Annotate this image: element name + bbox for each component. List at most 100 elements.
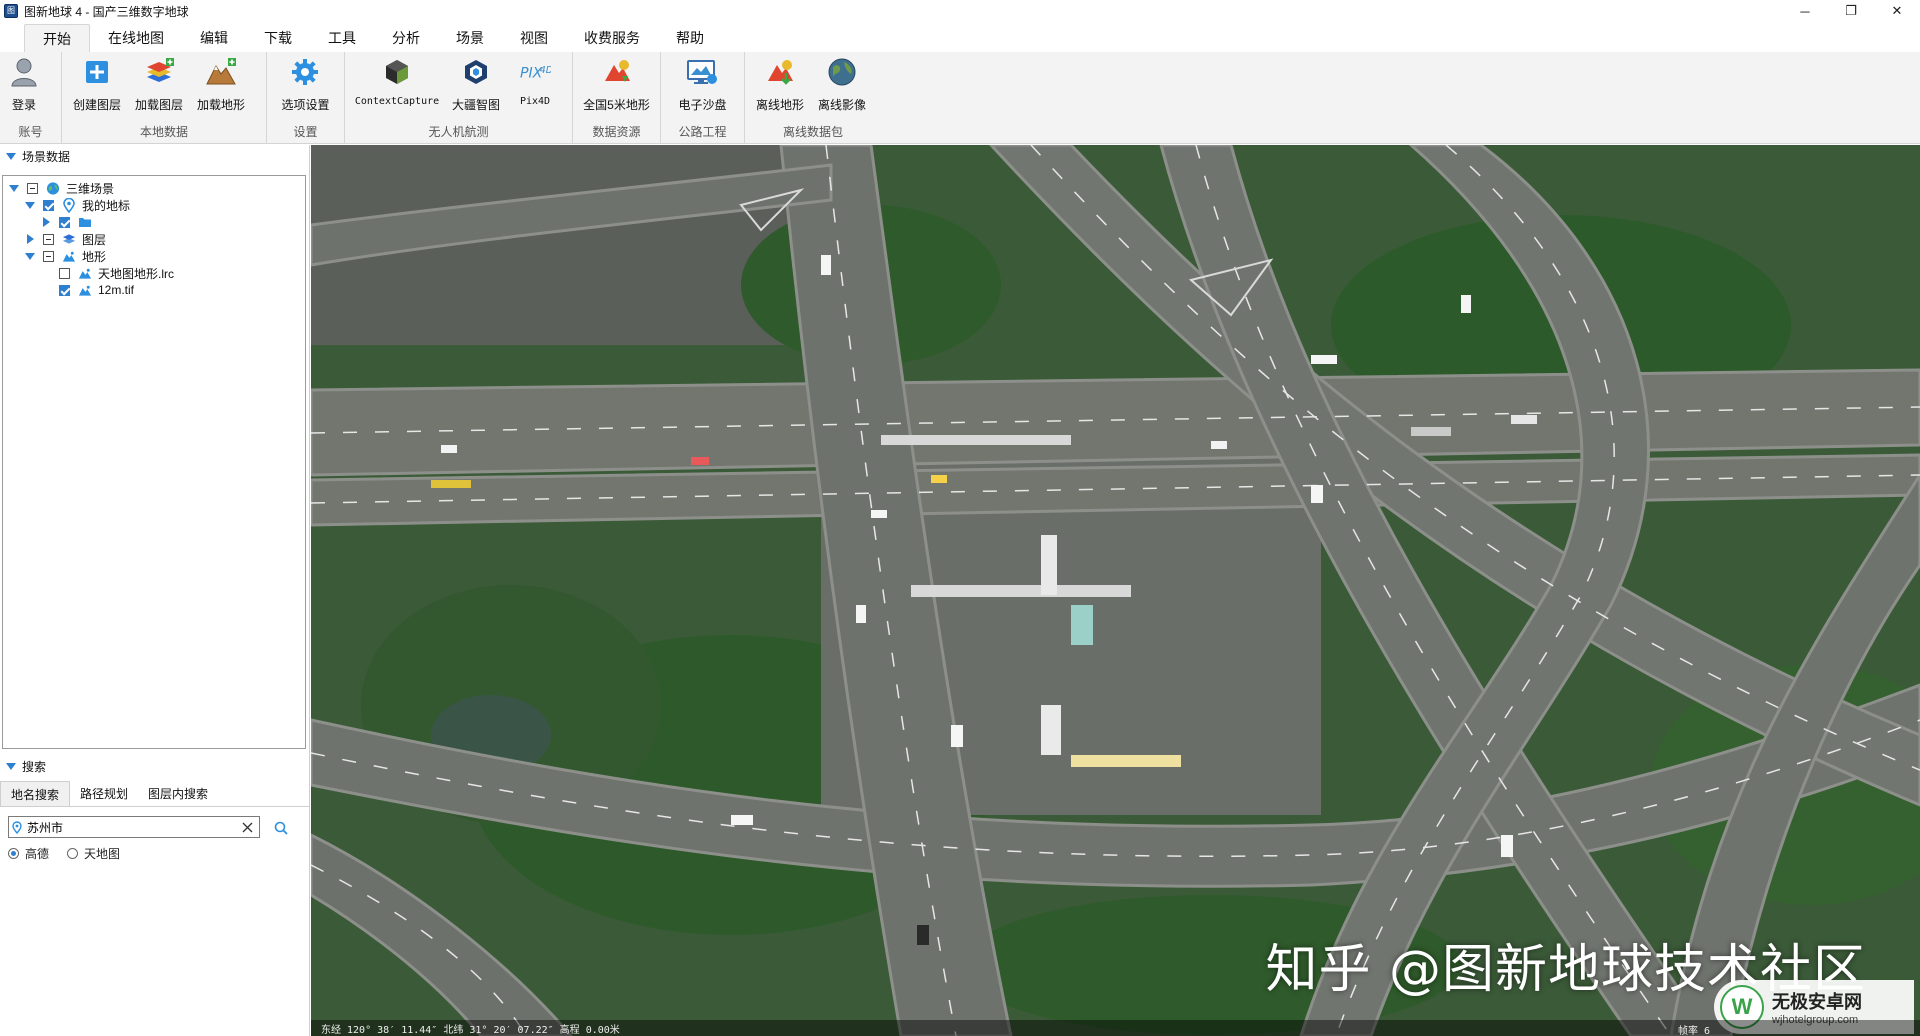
radio-amap[interactable] <box>8 847 19 859</box>
group-label-drone-survey: 无人机航测 <box>428 125 489 139</box>
tree-item-12m-tif[interactable]: 12m.tif <box>59 280 134 300</box>
group-label-offline: 离线数据包 <box>782 125 843 139</box>
scene-panel-header[interactable]: 场景数据 <box>0 145 309 167</box>
coordinate-status-bar: 东经 120° 38′ 11.44″ 北纬 31° 20′ 07.22″ 高程 … <box>311 1020 1920 1036</box>
contextcapture-icon <box>381 56 413 88</box>
tree-checkbox[interactable] <box>59 216 70 228</box>
window-title: 图新地球 4 - 国产三维数字地球 <box>24 4 189 19</box>
menu-tab-help[interactable]: 帮助 <box>658 24 722 52</box>
clear-icon[interactable] <box>239 819 255 835</box>
dji-terra-label: 大疆智图 <box>451 98 500 112</box>
group-label-local-data: 本地数据 <box>139 125 188 139</box>
folder-icon <box>78 215 92 229</box>
load-layer-icon <box>143 56 175 88</box>
menu-tab-paid-services[interactable]: 收费服务 <box>566 24 658 52</box>
search-input[interactable] <box>25 817 225 837</box>
expand-arrow-icon[interactable] <box>25 234 35 244</box>
menu-tab-view[interactable]: 视图 <box>502 24 566 52</box>
login-label: 登录 <box>11 98 36 112</box>
load-layer-label: 加载图层 <box>134 98 183 112</box>
tree-item-label: 12m.tif <box>98 283 135 297</box>
tree-checkbox[interactable] <box>43 250 54 262</box>
close-button[interactable]: ✕ <box>1874 0 1920 22</box>
ribbon-group-drone-survey: ContextCapture 大疆智图 PIX4D Pix4D 无人机航测 <box>345 52 573 144</box>
terrain-file-icon <box>78 266 92 280</box>
layers-icon <box>62 232 76 246</box>
tab-place-search[interactable]: 地名搜索 <box>0 781 71 806</box>
sand-table-button[interactable]: 电子沙盘 <box>674 52 730 122</box>
map-3d-view[interactable]: 知乎 @图新地球技术社区 W 无极安卓网 wjhotelgroup.com 东经… <box>311 145 1920 1036</box>
offline-imagery-label: 离线影像 <box>817 98 866 112</box>
tab-route-planning[interactable]: 路径规划 <box>70 781 138 806</box>
tree-item-label: 天地图地形.lrc <box>98 266 174 281</box>
offline-terrain-button[interactable]: 离线地形 <box>749 52 811 122</box>
expand-arrow-icon[interactable] <box>25 251 35 261</box>
menu-tab-download[interactable]: 下载 <box>246 24 310 52</box>
menu-tab-analysis[interactable]: 分析 <box>374 24 438 52</box>
create-layer-button[interactable]: 创建图层 <box>66 52 128 122</box>
radio-tianditu-label: 天地图 <box>84 846 121 861</box>
tree-item-label: 我的地标 <box>82 198 131 213</box>
minimize-button[interactable]: ─ <box>1782 0 1828 22</box>
tree-checkbox[interactable] <box>43 199 54 211</box>
aerial-imagery <box>311 145 1920 1036</box>
expand-arrow-icon[interactable] <box>9 183 19 193</box>
menu-tab-start[interactable]: 开始 <box>24 24 90 52</box>
search-source-options: 高德 天地图 <box>0 843 310 863</box>
contextcapture-button[interactable]: ContextCapture <box>349 52 445 122</box>
offline-imagery-icon <box>826 56 858 88</box>
menu-bar: 开始 在线地图 编辑 下载 工具 分析 场景 视图 收费服务 帮助 <box>0 22 1920 52</box>
tree-checkbox[interactable] <box>43 233 54 245</box>
menu-tab-online-map[interactable]: 在线地图 <box>90 24 182 52</box>
menu-tab-scene[interactable]: 场景 <box>438 24 502 52</box>
site-logo-name: 无极安卓网 <box>1772 992 1862 1012</box>
scene-panel-title: 场景数据 <box>22 149 71 164</box>
create-layer-label: 创建图层 <box>72 98 121 112</box>
menu-tab-edit[interactable]: 编辑 <box>182 24 246 52</box>
ribbon-group-data-resources: 全国5米地形 数据资源 <box>573 52 661 144</box>
window-controls: ─ ❐ ✕ <box>1782 0 1920 22</box>
group-label-highway: 公路工程 <box>678 125 727 139</box>
ribbon-group-local-data: 创建图层 加载图层 加载地形 本地数据 <box>62 52 267 144</box>
search-section: 搜索 地名搜索 路径规划 图层内搜索 高德 <box>0 755 310 863</box>
tree-checkbox[interactable] <box>59 284 70 296</box>
pix4d-button[interactable]: PIX4D Pix4D <box>507 52 563 122</box>
contextcapture-label: ContextCapture <box>354 96 440 107</box>
offline-terrain-label: 离线地形 <box>755 98 804 112</box>
frame-rate-readout: 帧率 6 <box>1677 1026 1710 1036</box>
globe-icon <box>46 181 60 195</box>
search-icon[interactable] <box>272 819 290 837</box>
radio-tianditu[interactable] <box>67 847 79 859</box>
search-box <box>8 816 260 838</box>
terrain-5m-icon <box>601 56 633 88</box>
load-terrain-button[interactable]: 加载地形 <box>190 52 252 122</box>
menu-tab-tools[interactable]: 工具 <box>310 24 374 52</box>
expand-arrow-icon[interactable] <box>41 217 51 227</box>
search-row <box>0 813 310 843</box>
offline-imagery-button[interactable]: 离线影像 <box>811 52 873 122</box>
search-panel-title: 搜索 <box>22 759 47 774</box>
title-bar: 图 图新地球 4 - 国产三维数字地球 ─ ❐ ✕ <box>0 0 1920 22</box>
restore-button[interactable]: ❐ <box>1828 0 1874 22</box>
expand-arrow-icon[interactable] <box>25 200 35 210</box>
tree-item-label: 三维场景 <box>66 181 115 196</box>
options-button[interactable]: 选项设置 <box>277 52 333 122</box>
user-icon <box>8 56 40 88</box>
tree-checkbox[interactable] <box>27 182 38 194</box>
tree-item-label: 图层 <box>82 232 107 247</box>
load-layer-button[interactable]: 加载图层 <box>128 52 190 122</box>
tree-checkbox[interactable] <box>59 267 70 279</box>
terrain-5m-button[interactable]: 全国5米地形 <box>579 52 654 122</box>
pix4d-label: Pix4D <box>519 96 551 107</box>
login-button[interactable]: 登录 <box>4 52 44 122</box>
group-label-data-resources: 数据资源 <box>592 125 641 139</box>
dji-terra-button[interactable]: 大疆智图 <box>445 52 507 122</box>
tab-layer-search[interactable]: 图层内搜索 <box>138 781 218 806</box>
collapse-arrow-icon[interactable] <box>6 152 16 160</box>
search-panel-header[interactable]: 搜索 <box>0 755 310 777</box>
group-label-settings: 设置 <box>293 125 318 139</box>
load-terrain-icon <box>205 56 237 88</box>
collapse-arrow-icon[interactable] <box>6 762 16 770</box>
terrain-file-icon <box>78 283 92 297</box>
location-pin-icon <box>9 820 25 834</box>
